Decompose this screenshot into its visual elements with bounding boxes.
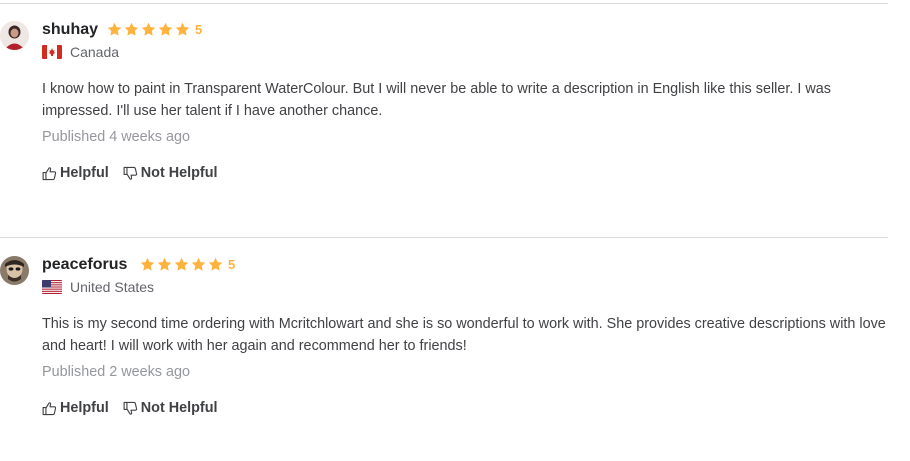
thumbs-down-icon xyxy=(123,166,137,180)
helpful-button[interactable]: Helpful xyxy=(42,165,109,181)
not-helpful-button[interactable]: Not Helpful xyxy=(123,400,218,416)
star-icon xyxy=(158,22,173,36)
avatar[interactable] xyxy=(0,21,29,50)
not-helpful-button[interactable]: Not Helpful xyxy=(123,165,218,181)
helpful-button[interactable]: Helpful xyxy=(42,400,109,416)
rating-value: 5 xyxy=(195,22,203,37)
canada-flag-icon xyxy=(42,45,62,59)
star-icon xyxy=(107,22,122,36)
review-item: shuhay 5 Canada I know how to paint in T… xyxy=(0,21,890,221)
star-icon xyxy=(124,22,139,36)
star-rating: 5 xyxy=(140,257,235,272)
reviewer-country: United States xyxy=(42,279,154,295)
helpful-label: Helpful xyxy=(60,165,109,181)
country-name: United States xyxy=(70,279,155,295)
country-name: Canada xyxy=(70,44,120,60)
star-icon xyxy=(175,22,190,36)
thumbs-up-icon xyxy=(42,401,57,415)
helpful-label: Helpful xyxy=(60,400,109,416)
review-text: This is my second time ordering with Mcr… xyxy=(42,316,886,354)
star-icon xyxy=(140,257,155,271)
us-flag-icon xyxy=(42,280,62,294)
thumbs-up-icon xyxy=(42,166,57,180)
star-icon xyxy=(191,257,206,271)
reviewer-username[interactable]: peaceforus xyxy=(42,256,127,274)
star-icon xyxy=(208,257,223,271)
review-text: I know how to paint in Transparent Water… xyxy=(42,81,831,119)
rating-value: 5 xyxy=(228,257,236,272)
avatar[interactable] xyxy=(0,256,29,285)
published-date: Published 2 weeks ago xyxy=(42,364,191,380)
not-helpful-label: Not Helpful xyxy=(140,400,218,416)
reviewer-country: Canada xyxy=(42,44,119,60)
review-divider xyxy=(0,237,888,238)
star-icon xyxy=(174,257,189,271)
reviewer-username[interactable]: shuhay xyxy=(42,21,98,39)
published-date: Published 4 weeks ago xyxy=(42,129,191,145)
review-actions: Helpful Not Helpful xyxy=(42,165,218,181)
not-helpful-label: Not Helpful xyxy=(140,165,218,181)
review-actions: Helpful Not Helpful xyxy=(42,400,218,416)
star-icon xyxy=(141,22,156,36)
star-rating: 5 xyxy=(107,22,202,37)
thumbs-down-icon xyxy=(123,401,137,415)
top-divider xyxy=(0,3,888,4)
review-item: peaceforus 5 United States This is my se… xyxy=(0,256,890,456)
star-icon xyxy=(157,257,172,271)
